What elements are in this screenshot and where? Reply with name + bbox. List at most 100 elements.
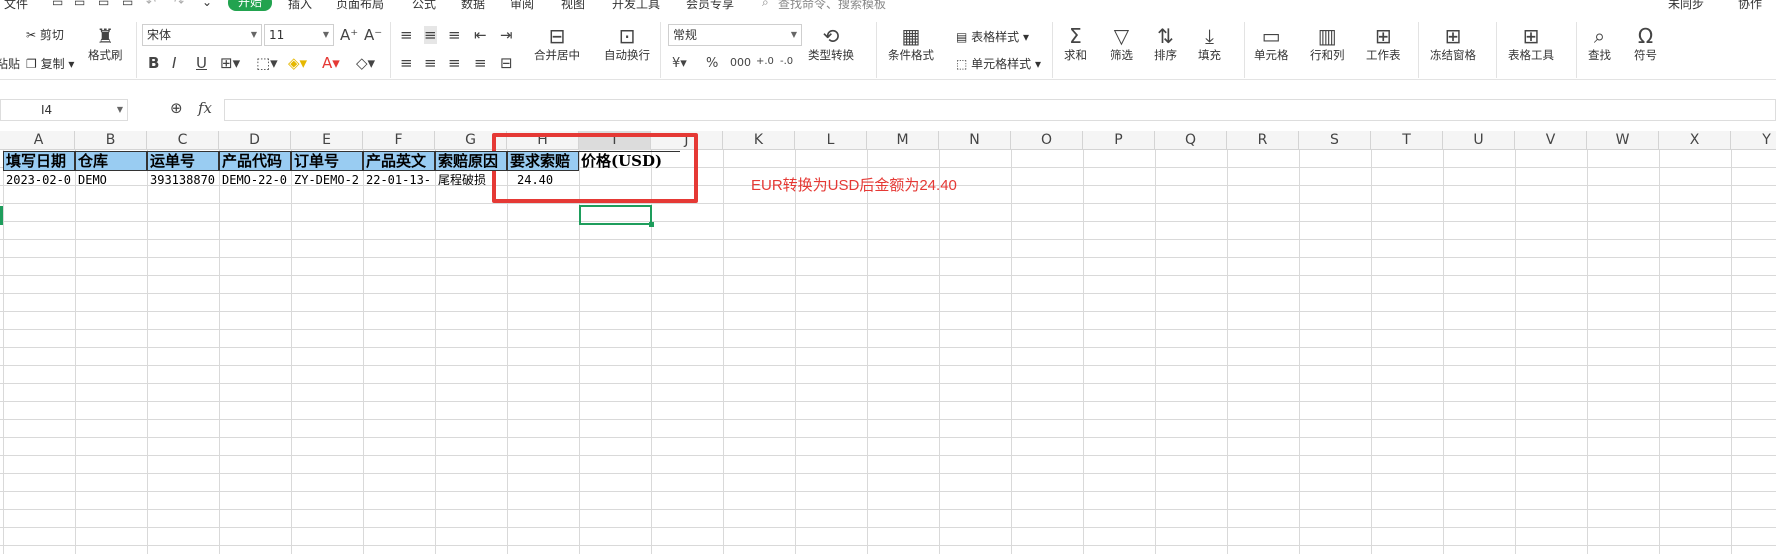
column-header-n[interactable]: N xyxy=(939,131,1011,150)
filter-button[interactable]: ▽ 筛选 xyxy=(1110,24,1133,62)
copy-button[interactable]: ❐ 复制 ▾ xyxy=(26,55,74,72)
justify-icon[interactable]: ≡ xyxy=(474,54,487,72)
formula-input[interactable] xyxy=(224,99,1776,121)
header-cell[interactable]: 仓库 xyxy=(75,151,147,171)
font-grow-icon[interactable]: A⁺ xyxy=(340,26,358,44)
merge-center-button[interactable]: ⊟ 合并居中 xyxy=(534,24,580,62)
menu-review[interactable]: 审阅 xyxy=(510,0,534,12)
column-header-e[interactable]: E xyxy=(291,131,363,150)
menu-formula[interactable]: 公式 xyxy=(412,0,436,12)
menu-data[interactable]: 数据 xyxy=(461,0,485,12)
column-header-r[interactable]: R xyxy=(1227,131,1299,150)
font-color-icon[interactable]: A▾ xyxy=(322,54,340,72)
search-icon[interactable]: ⌕ xyxy=(762,0,769,10)
cell-button[interactable]: ▭ 单元格 xyxy=(1254,24,1289,62)
worksheet-button[interactable]: ⊞ 工作表 xyxy=(1366,24,1401,62)
data-cell[interactable]: 24.40 xyxy=(507,171,579,189)
column-header-o[interactable]: O xyxy=(1011,131,1083,150)
format-painter-button[interactable]: ♜ 格式刷 xyxy=(88,24,123,62)
column-header-w[interactable]: W xyxy=(1587,131,1659,150)
collaborate-button[interactable]: 协作 xyxy=(1738,0,1762,12)
data-cell[interactable]: DEMO xyxy=(75,171,147,189)
column-header-y[interactable]: Y xyxy=(1731,131,1776,150)
column-header-l[interactable]: L xyxy=(795,131,867,150)
column-header-x[interactable]: X xyxy=(1659,131,1731,150)
column-header-m[interactable]: M xyxy=(867,131,939,150)
column-header-b[interactable]: B xyxy=(75,131,147,150)
align-middle-icon[interactable]: ≡ xyxy=(424,26,437,44)
font-shrink-icon[interactable]: A⁻ xyxy=(364,26,382,44)
data-cell[interactable]: 393138870 xyxy=(147,171,219,189)
align-top-icon[interactable]: ≡ xyxy=(400,26,413,44)
bold-icon[interactable]: B xyxy=(148,54,159,72)
header-cell[interactable]: 产品代码 xyxy=(219,151,291,171)
underline-icon[interactable]: U xyxy=(196,54,207,72)
indent-decrease-icon[interactable]: ⇤ xyxy=(474,26,487,44)
header-cell[interactable]: 要求索赔 xyxy=(507,151,579,171)
percent-icon[interactable]: % xyxy=(706,56,718,71)
cell-style-button[interactable]: ⬚ 单元格样式 ▾ xyxy=(956,55,1041,72)
header-cell[interactable]: 索赔原因 xyxy=(435,151,507,171)
column-header-s[interactable]: S xyxy=(1299,131,1371,150)
distribute-icon[interactable]: ⊟ xyxy=(500,54,513,72)
export-icon[interactable]: ▭ xyxy=(74,0,85,9)
cut-button[interactable]: ✂ 剪切 xyxy=(26,26,64,43)
align-bottom-icon[interactable]: ≡ xyxy=(448,26,461,44)
zoom-formula-icon[interactable]: ⊕ xyxy=(170,99,183,117)
menu-home[interactable]: 开始 xyxy=(228,0,273,11)
border-icon[interactable]: ⊞▾ xyxy=(220,54,240,72)
sum-button[interactable]: Σ 求和 xyxy=(1064,24,1087,62)
header-cell[interactable]: 价格(USD) xyxy=(579,151,680,171)
row-col-button[interactable]: ▥ 行和列 xyxy=(1310,24,1345,62)
currency-icon[interactable]: ¥▾ xyxy=(672,56,687,71)
sync-status[interactable]: 未同步 xyxy=(1668,0,1704,12)
data-cell[interactable]: 尾程破损 xyxy=(435,171,507,189)
column-header-a[interactable]: A xyxy=(3,131,75,150)
wrap-text-button[interactable]: ⊡ 自动换行 xyxy=(604,24,650,62)
data-cell[interactable]: 22-01-13- xyxy=(363,171,435,189)
header-cell[interactable]: 订单号 xyxy=(291,151,363,171)
conditional-format-button[interactable]: ▦ 条件格式 xyxy=(888,24,934,62)
sort-button[interactable]: ⇅ 排序 xyxy=(1154,24,1177,62)
clear-icon[interactable]: ◇▾ xyxy=(356,54,375,72)
menu-developer[interactable]: 开发工具 xyxy=(612,0,660,12)
column-header-c[interactable]: C xyxy=(147,131,219,150)
header-cell[interactable]: 运单号 xyxy=(147,151,219,171)
header-cell[interactable]: 产品英文 xyxy=(363,151,435,171)
header-cell[interactable]: 填写日期 xyxy=(3,151,75,171)
italic-icon[interactable]: I xyxy=(172,54,176,72)
menu-file[interactable]: 文件 xyxy=(4,0,28,12)
fill-color-icon[interactable]: ◈▾ xyxy=(288,54,307,72)
redo-icon[interactable]: ↷ xyxy=(174,0,184,9)
font-name-select[interactable]: 宋体 ▼ xyxy=(142,24,262,46)
fx-icon[interactable]: fx xyxy=(198,99,212,117)
column-header-v[interactable]: V xyxy=(1515,131,1587,150)
preview-icon[interactable]: ▭ xyxy=(122,0,133,9)
column-header-u[interactable]: U xyxy=(1443,131,1515,150)
table-style-button[interactable]: ▤ 表格样式 ▾ xyxy=(956,28,1029,45)
column-header-d[interactable]: D xyxy=(219,131,291,150)
decrease-decimal-icon[interactable]: -.0 xyxy=(780,56,793,67)
column-header-q[interactable]: Q xyxy=(1155,131,1227,150)
undo-icon[interactable]: ↶ xyxy=(146,0,156,9)
find-button[interactable]: ⌕ 查找 xyxy=(1588,24,1611,62)
table-tools-button[interactable]: ⊞ 表格工具 xyxy=(1508,24,1554,62)
column-header-t[interactable]: T xyxy=(1371,131,1443,150)
column-header-k[interactable]: K xyxy=(723,131,795,150)
indent-increase-icon[interactable]: ⇥ xyxy=(500,26,513,44)
data-cell[interactable]: ZY-DEMO-2 xyxy=(291,171,363,189)
customize-icon[interactable]: ⌄ xyxy=(202,0,212,9)
type-convert-button[interactable]: ⟲ 类型转换 xyxy=(808,24,854,62)
align-center-icon[interactable]: ≡ xyxy=(424,54,437,72)
name-box[interactable]: I4 ▼ xyxy=(0,99,128,121)
thousands-icon[interactable]: 000 xyxy=(730,56,751,69)
data-cell[interactable]: DEMO-22-0 xyxy=(219,171,291,189)
save-icon[interactable]: ▭ xyxy=(52,0,63,9)
cell-area[interactable] xyxy=(0,150,1776,554)
menu-view[interactable]: 视图 xyxy=(561,0,585,12)
data-cell[interactable]: 2023-02-0 xyxy=(3,171,75,189)
menu-insert[interactable]: 插入 xyxy=(288,0,312,12)
column-header-p[interactable]: P xyxy=(1083,131,1155,150)
align-left-icon[interactable]: ≡ xyxy=(400,54,413,72)
menu-page-layout[interactable]: 页面布局 xyxy=(336,0,384,12)
